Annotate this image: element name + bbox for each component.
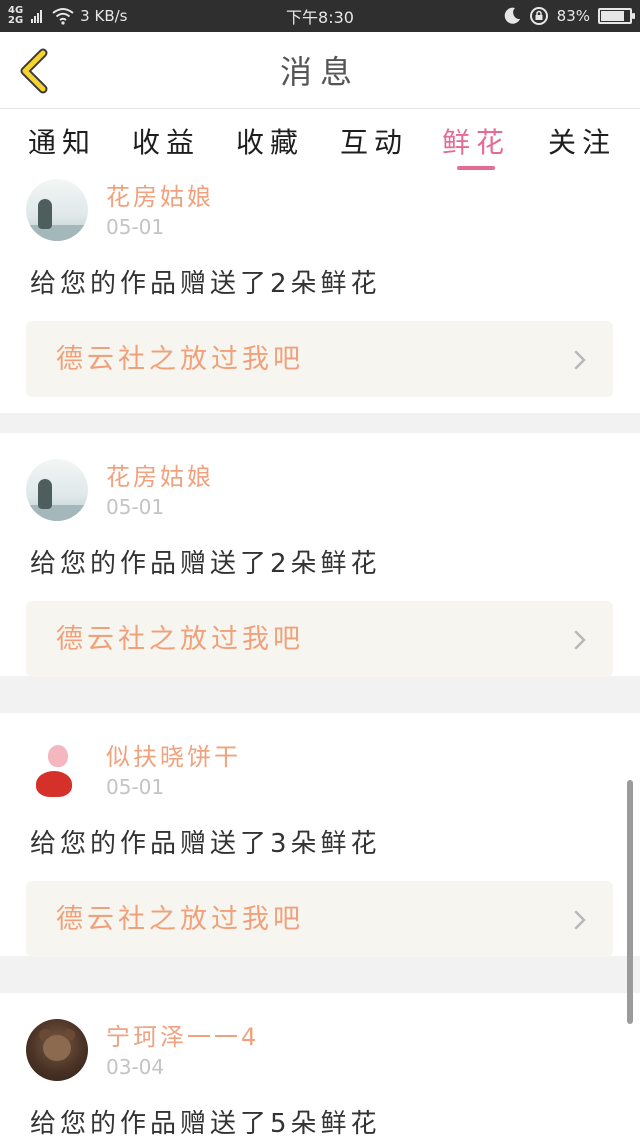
date: 05-01 bbox=[106, 495, 165, 519]
tab-following[interactable]: 关注 bbox=[540, 109, 624, 173]
scrollbar[interactable] bbox=[627, 780, 633, 1024]
work-title: 德云社之放过我吧 bbox=[56, 903, 304, 935]
avatar[interactable] bbox=[26, 459, 88, 521]
chevron-right-icon bbox=[574, 910, 586, 930]
work-link[interactable]: 德云社之放过我吧 bbox=[26, 321, 613, 397]
username[interactable]: 宁珂泽一一4 bbox=[106, 1017, 259, 1052]
message: 给您的作品赠送了2朵鲜花 bbox=[30, 269, 381, 299]
avatar[interactable] bbox=[26, 739, 88, 801]
tab-flowers[interactable]: 鲜花 bbox=[434, 109, 518, 173]
date: 05-01 bbox=[106, 215, 165, 239]
tab-notifications[interactable]: 通知 bbox=[20, 109, 104, 173]
work-title: 德云社之放过我吧 bbox=[56, 623, 304, 655]
chevron-right-icon bbox=[574, 630, 586, 650]
chevron-right-icon bbox=[574, 350, 586, 370]
battery-icon bbox=[598, 8, 635, 24]
tab-indicator bbox=[457, 166, 495, 170]
tab-favorites[interactable]: 收藏 bbox=[228, 109, 312, 173]
list-item: 花房姑娘 05-01 给您的作品赠送了2朵鲜花 德云社之放过我吧 bbox=[0, 433, 640, 677]
date: 03-04 bbox=[106, 1055, 165, 1079]
username[interactable]: 花房姑娘 bbox=[106, 177, 214, 212]
work-link[interactable]: 德云社之放过我吧 bbox=[26, 601, 613, 677]
battery-percent: 83% bbox=[556, 7, 590, 25]
list-item: 似扶晓饼干 05-01 给您的作品赠送了3朵鲜花 德云社之放过我吧 bbox=[0, 713, 640, 957]
message: 给您的作品赠送了2朵鲜花 bbox=[30, 549, 381, 579]
list-item: 宁珂泽一一4 03-04 给您的作品赠送了5朵鲜花 bbox=[0, 993, 640, 1138]
header: 消息 bbox=[0, 32, 640, 109]
rotation-lock-icon bbox=[529, 7, 548, 25]
date: 05-01 bbox=[106, 775, 165, 799]
tab-label: 鲜花 bbox=[441, 126, 510, 159]
status-bar: 4G 2G 3 KB/s 下午8:30 83% bbox=[0, 0, 640, 32]
avatar[interactable] bbox=[26, 1019, 88, 1081]
message: 给您的作品赠送了5朵鲜花 bbox=[30, 1109, 381, 1138]
username[interactable]: 花房姑娘 bbox=[106, 457, 214, 492]
tab-label: 关注 bbox=[547, 126, 616, 159]
work-title: 德云社之放过我吧 bbox=[56, 343, 304, 375]
list-item: 花房姑娘 05-01 给您的作品赠送了2朵鲜花 德云社之放过我吧 bbox=[0, 173, 640, 413]
avatar[interactable] bbox=[26, 179, 88, 241]
tab-label: 收益 bbox=[131, 126, 200, 159]
tab-earnings[interactable]: 收益 bbox=[124, 109, 208, 173]
tab-label: 通知 bbox=[27, 126, 96, 159]
tab-bar: 通知 收益 收藏 互动 鲜花 关注 bbox=[0, 109, 640, 173]
username[interactable]: 似扶晓饼干 bbox=[106, 737, 241, 772]
status-right: 83% bbox=[503, 0, 635, 32]
tab-label: 收藏 bbox=[235, 126, 304, 159]
tab-label: 互动 bbox=[339, 126, 408, 159]
page-title: 消息 bbox=[279, 53, 360, 91]
tab-interactions[interactable]: 互动 bbox=[332, 109, 416, 173]
message: 给您的作品赠送了3朵鲜花 bbox=[30, 829, 381, 859]
work-link[interactable]: 德云社之放过我吧 bbox=[26, 881, 613, 957]
notification-list[interactable]: 花房姑娘 05-01 给您的作品赠送了2朵鲜花 德云社之放过我吧 花房姑娘 05… bbox=[0, 173, 640, 1138]
moon-icon bbox=[504, 7, 520, 24]
